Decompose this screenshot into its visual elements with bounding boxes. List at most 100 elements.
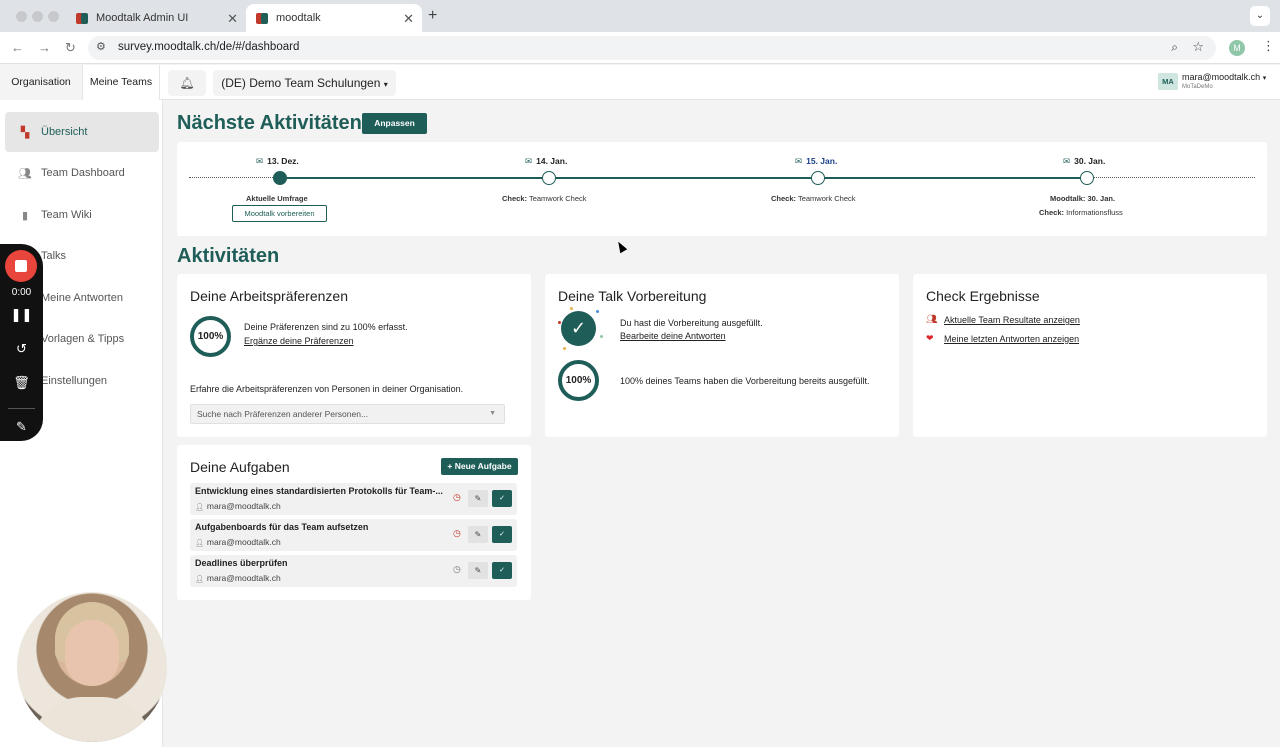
browser-profile-avatar[interactable]: M: [1229, 40, 1245, 56]
new-tab-icon[interactable]: +: [428, 7, 437, 25]
sidebar-item-team-dashboard[interactable]: 👥︎ Team Dashboard: [5, 153, 159, 193]
pause-icon[interactable]: ❚❚: [0, 307, 43, 323]
check-icon: ✓: [499, 567, 505, 574]
window-zoom-dot[interactable]: [48, 11, 59, 22]
preferences-search-select[interactable]: Suche nach Präferenzen anderer Personen.…: [190, 404, 505, 424]
record-stop-button[interactable]: [5, 250, 37, 282]
zoom-icon[interactable]: ⌕: [1171, 40, 1178, 55]
check-icon: ✓: [499, 495, 505, 502]
edit-answers-link[interactable]: Bearbeite deine Antworten: [620, 331, 726, 341]
webcam-person-face: [65, 620, 119, 686]
trash-icon[interactable]: 🗑︎: [0, 375, 43, 391]
tab-close-icon[interactable]: ✕: [227, 11, 238, 27]
confetti-dot: [570, 307, 573, 310]
timeline-node-current[interactable]: [273, 171, 287, 185]
sidebar-item-label: Team Dashboard: [41, 167, 125, 179]
timeline-event-label: Check: Teamwork Check: [771, 194, 856, 203]
timeline-date: ✉ 14. Jan.: [525, 156, 568, 166]
timeline-node[interactable]: [542, 171, 556, 185]
complete-task-button[interactable]: ✓: [492, 526, 512, 543]
prepare-moodtalk-button[interactable]: Moodtalk vorbereiten: [232, 205, 327, 222]
browser-tabbar: Moodtalk Admin UI ✕ moodtalk ✕ + ⌄: [0, 0, 1280, 32]
complete-task-button[interactable]: ✓: [492, 562, 512, 579]
timeline-event-label: Aktuelle Umfrage: [246, 194, 308, 203]
team-results-link[interactable]: Aktuelle Team Resultate anzeigen: [944, 315, 1080, 325]
notifications-bell-icon[interactable]: 🔔︎: [168, 70, 206, 96]
window-close-dot[interactable]: [16, 11, 27, 22]
team-progress-ring: 100%: [558, 360, 599, 401]
preferences-status: Deine Präferenzen sind zu 100% erfasst.: [244, 322, 408, 332]
bookmark-star-icon[interactable]: ☆: [1192, 39, 1204, 55]
browser-toolbar: ← → ↻ ⚙ survey.moodtalk.ch/de/#/dashboar…: [0, 32, 1280, 64]
tab-meine-teams[interactable]: Meine Teams: [83, 65, 160, 100]
pencil-icon: ✎: [474, 494, 482, 503]
browser-menu-icon[interactable]: ⋮: [1262, 38, 1275, 54]
team-icon: 👥︎: [18, 167, 32, 180]
timeline-event-label: Moodtalk: 30. Jan.: [1050, 194, 1116, 203]
address-bar[interactable]: ⚙ survey.moodtalk.ch/de/#/dashboard ⌕ ☆: [88, 36, 1216, 60]
caret-down-icon: ▾: [1262, 75, 1267, 82]
caret-down-icon: ▼: [489, 410, 496, 417]
back-arrow-icon[interactable]: ←: [11, 40, 24, 55]
mail-icon: ✉: [525, 156, 533, 166]
edit-task-button[interactable]: ✎: [468, 526, 488, 543]
clock-icon[interactable]: ◷: [453, 564, 461, 575]
site-settings-icon[interactable]: ⚙: [96, 40, 106, 53]
tab-admin-ui[interactable]: Moodtalk Admin UI ✕: [66, 4, 246, 32]
task-assignee: 👤︎ mara@moodtalk.ch: [195, 537, 281, 547]
mouse-cursor-icon: [614, 239, 628, 254]
team-results-icon: 👥︎: [926, 314, 938, 324]
webcam-bubble[interactable]: [17, 592, 167, 742]
my-answers-link[interactable]: Meine letzten Antworten anzeigen: [944, 334, 1079, 344]
customize-button[interactable]: Anpassen: [362, 113, 427, 134]
task-row[interactable]: Aufgabenboards für das Team aufsetzen 👤︎…: [190, 519, 517, 551]
user-avatar[interactable]: MA: [1158, 73, 1178, 90]
sidebar-item-team-wiki[interactable]: ▮ Team Wiki: [5, 195, 159, 235]
pencil-icon: ✎: [474, 566, 482, 575]
forward-arrow-icon[interactable]: →: [38, 40, 51, 55]
activities-title: Aktivitäten: [177, 245, 280, 267]
restart-icon[interactable]: ↺: [0, 341, 43, 357]
reload-icon[interactable]: ↻: [65, 40, 76, 56]
check-results-title: Check Ergebnisse: [926, 288, 1040, 304]
user-menu[interactable]: mara@moodtalk.ch ▾: [1182, 72, 1266, 82]
tab-organisation[interactable]: Organisation: [0, 65, 83, 100]
next-activities-title: Nächste Aktivitäten: [177, 112, 362, 134]
edit-task-button[interactable]: ✎: [468, 562, 488, 579]
pencil-icon: ✎: [474, 530, 482, 539]
mail-icon: ✉: [795, 156, 803, 166]
moodtalk-favicon-icon: [256, 12, 268, 24]
tab-close-icon[interactable]: ✕: [403, 11, 414, 27]
team-selector[interactable]: (DE) Demo Team Schulungen ▾: [213, 70, 396, 96]
sidebar-item-label: Meine Antworten: [41, 292, 123, 304]
timeline-node[interactable]: [1080, 171, 1094, 185]
pen-icon[interactable]: ✎: [0, 419, 43, 435]
complete-task-button[interactable]: ✓: [492, 490, 512, 507]
team-progress-text: 100% deines Teams haben die Vorbereitung…: [620, 376, 870, 386]
user-icon: 👤︎: [195, 540, 204, 547]
task-row[interactable]: Deadlines überprüfen 👤︎ mara@moodtalk.ch …: [190, 555, 517, 587]
user-icon: 👤︎: [195, 576, 204, 583]
tab-title: moodtalk: [276, 12, 321, 24]
moodtalk-favicon-icon: [76, 12, 88, 24]
team-selector-label: (DE) Demo Team Schulungen: [221, 76, 381, 90]
checkmark-icon: ✓: [561, 311, 596, 346]
task-assignee: 👤︎ mara@moodtalk.ch: [195, 573, 281, 583]
sidebar-item-uebersicht[interactable]: ▚ Übersicht: [5, 112, 159, 152]
task-row[interactable]: Entwicklung eines standardisierten Proto…: [190, 483, 517, 515]
overview-icon: ▚: [20, 126, 30, 139]
tab-title: Moodtalk Admin UI: [96, 12, 189, 24]
wiki-icon: ▮: [21, 209, 29, 222]
timeline-node[interactable]: [811, 171, 825, 185]
clock-icon[interactable]: ◷: [453, 528, 461, 539]
plus-icon: +: [447, 461, 453, 471]
new-task-button[interactable]: + Neue Aufgabe: [441, 458, 518, 475]
preferences-explore-text: Erfahre die Arbeitspräferenzen von Perso…: [190, 384, 464, 394]
window-minimize-dot[interactable]: [32, 11, 43, 22]
edit-task-button[interactable]: ✎: [468, 490, 488, 507]
tab-search-chevron-icon[interactable]: ⌄: [1250, 6, 1270, 26]
tab-moodtalk[interactable]: moodtalk ✕: [246, 4, 422, 32]
complete-preferences-link[interactable]: Ergänze deine Präferenzen: [244, 336, 354, 346]
timeline-event-label: Check: Teamwork Check: [502, 194, 587, 203]
clock-icon[interactable]: ◷: [453, 492, 461, 503]
